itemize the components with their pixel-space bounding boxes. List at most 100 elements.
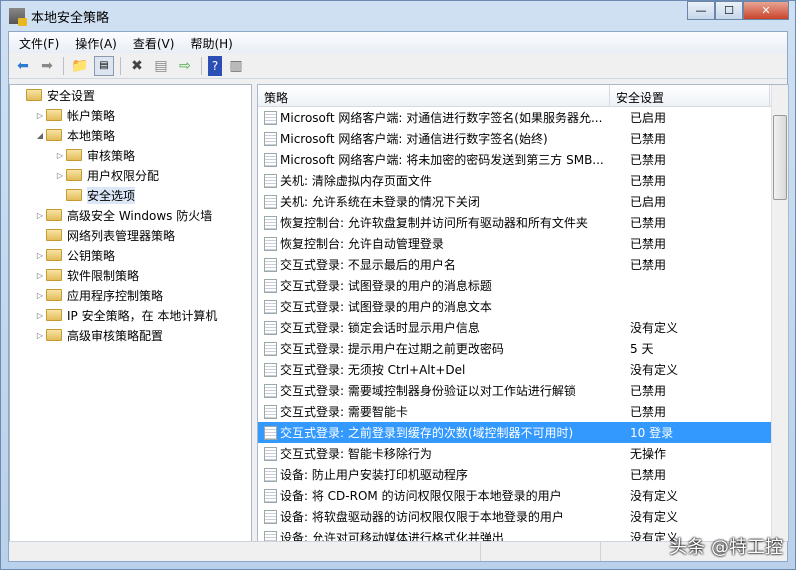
policy-setting: 10 登录 [630, 426, 674, 440]
policy-icon [264, 257, 277, 272]
table-row[interactable]: 设备: 将软盘驱动器的访问权限仅限于本地登录的用户 没有定义 [258, 506, 788, 527]
table-row[interactable]: 交互式登录: 提示用户在过期之前更改密码 5 天 [258, 338, 788, 359]
tree-item[interactable]: ▷ 帐户策略 [10, 105, 251, 125]
table-row[interactable]: 交互式登录: 锁定会话时显示用户信息 没有定义 [258, 317, 788, 338]
expander-icon[interactable]: ▷ [34, 211, 46, 220]
security-settings-icon [26, 89, 42, 101]
expander-icon[interactable]: ▷ [34, 311, 46, 320]
policy-icon [264, 467, 277, 482]
tree-item-label: 帐户策略 [67, 108, 116, 123]
expander-icon[interactable]: ▷ [34, 331, 46, 340]
back-icon[interactable]: ⬅ [13, 56, 33, 76]
title-bar: 本地安全策略 [9, 5, 109, 27]
tree-item[interactable]: ◢ 本地策略 [10, 125, 251, 145]
tree-item[interactable]: ▷ IP 安全策略，在 本地计算机 [10, 305, 251, 325]
action-pane-icon[interactable]: ▥ [226, 56, 246, 76]
table-row[interactable]: 交互式登录: 无须按 Ctrl+Alt+Del 没有定义 [258, 359, 788, 380]
vertical-scrollbar[interactable] [771, 85, 788, 541]
policy-setting: 已禁用 [630, 258, 667, 272]
table-row[interactable]: 恢复控制台: 允许软盘复制并访问所有驱动器和所有文件夹 已禁用 [258, 212, 788, 233]
policy-setting: 已禁用 [630, 237, 667, 251]
table-row[interactable]: 设备: 防止用户安装打印机驱动程序 已禁用 [258, 464, 788, 485]
maximize-button[interactable]: ☐ [715, 1, 743, 20]
policy-setting: 已禁用 [630, 216, 667, 230]
policy-icon [264, 299, 277, 314]
help-icon[interactable]: ? [208, 55, 222, 76]
tree-item[interactable]: 网络列表管理器策略 [10, 225, 251, 245]
policy-setting: 已禁用 [630, 384, 667, 398]
policy-icon [264, 194, 277, 209]
delete-icon[interactable]: ✖ [127, 56, 147, 76]
policy-setting: 已禁用 [630, 405, 667, 419]
expander-icon[interactable]: ▷ [34, 291, 46, 300]
properties-icon[interactable]: ▤ [151, 56, 171, 76]
policy-name: 交互式登录: 试图登录的用户的消息文本 [280, 300, 492, 314]
policy-icon [264, 131, 277, 146]
policy-name: Microsoft 网络客户端: 对通信进行数字签名(如果服务器允... [280, 111, 603, 125]
policy-icon [264, 509, 277, 524]
menu-view[interactable]: 查看(V) [125, 32, 183, 53]
table-row[interactable]: 恢复控制台: 允许自动管理登录 已禁用 [258, 233, 788, 254]
folder-icon [46, 109, 62, 121]
tree-item[interactable]: ▷ 高级审核策略配置 [10, 325, 251, 345]
expander-icon[interactable]: ▷ [34, 111, 46, 120]
policy-name: Microsoft 网络客户端: 将未加密的密码发送到第三方 SMB... [280, 153, 604, 167]
table-row[interactable]: 交互式登录: 不显示最后的用户名 已禁用 [258, 254, 788, 275]
policy-name: 交互式登录: 无须按 Ctrl+Alt+Del [280, 363, 466, 377]
policy-icon [264, 110, 277, 125]
expander-icon[interactable]: ▷ [54, 171, 66, 180]
forward-icon[interactable]: ➡ [37, 56, 57, 76]
expander-icon[interactable]: ▷ [54, 151, 66, 160]
up-folder-icon[interactable]: 📁 [70, 56, 90, 76]
export-icon[interactable]: ⇨ [175, 56, 195, 76]
table-row[interactable]: 交互式登录: 试图登录的用户的消息文本 [258, 296, 788, 317]
tree-item[interactable]: ▷ 审核策略 [10, 145, 251, 165]
window: 本地安全策略 — ☐ ✕ 文件(F) 操作(A) 查看(V) 帮助(H) ⬅ ➡… [0, 0, 796, 570]
table-row[interactable]: Microsoft 网络客户端: 对通信进行数字签名(始终) 已禁用 [258, 128, 788, 149]
table-row[interactable]: 交互式登录: 需要域控制器身份验证以对工作站进行解锁 已禁用 [258, 380, 788, 401]
table-row[interactable]: 交互式登录: 试图登录的用户的消息标题 [258, 275, 788, 296]
policy-setting: 没有定义 [630, 321, 679, 335]
expander-icon[interactable]: ▷ [34, 251, 46, 260]
tree-item[interactable]: ▷ 公钥策略 [10, 245, 251, 265]
column-header-setting[interactable]: 安全设置 [610, 85, 770, 106]
tree-item[interactable]: ▷ 用户权限分配 [10, 165, 251, 185]
expander-icon[interactable]: ◢ [34, 131, 46, 140]
policy-name: 关机: 清除虚拟内存页面文件 [280, 174, 432, 188]
menu-action[interactable]: 操作(A) [67, 32, 125, 53]
policy-icon [264, 383, 277, 398]
policy-name: 交互式登录: 智能卡移除行为 [280, 447, 432, 461]
policy-name: 交互式登录: 需要域控制器身份验证以对工作站进行解锁 [280, 384, 576, 398]
menu-file[interactable]: 文件(F) [11, 32, 67, 53]
tree-item-label: 本地策略 [67, 128, 116, 143]
menu-help[interactable]: 帮助(H) [182, 32, 240, 53]
policy-name: 交互式登录: 试图登录的用户的消息标题 [280, 279, 492, 293]
tree-item[interactable]: ▷ 软件限制策略 [10, 265, 251, 285]
window-title: 本地安全策略 [31, 10, 110, 26]
policy-icon [264, 152, 277, 167]
table-row[interactable]: 关机: 允许系统在未登录的情况下关闭 已启用 [258, 191, 788, 212]
column-header-policy[interactable]: 策略 [258, 85, 610, 106]
table-row[interactable]: 设备: 将 CD-ROM 的访问权限仅限于本地登录的用户 没有定义 [258, 485, 788, 506]
table-row[interactable]: 关机: 清除虚拟内存页面文件 已禁用 [258, 170, 788, 191]
minimize-button[interactable]: — [687, 1, 715, 20]
table-row[interactable]: 交互式登录: 需要智能卡 已禁用 [258, 401, 788, 422]
policy-list: 策略 安全设置 Microsoft 网络客户端: 对通信进行数字签名(如果服务器… [257, 84, 789, 542]
expander-icon[interactable]: ▷ [34, 271, 46, 280]
close-button[interactable]: ✕ [743, 1, 789, 20]
table-row[interactable]: Microsoft 网络客户端: 将未加密的密码发送到第三方 SMB... 已禁用 [258, 149, 788, 170]
folder-icon [46, 309, 62, 321]
policy-setting: 没有定义 [630, 489, 679, 503]
table-row[interactable]: 交互式登录: 智能卡移除行为 无操作 [258, 443, 788, 464]
tree-item[interactable]: ▷ 高级安全 Windows 防火墙 [10, 205, 251, 225]
table-row[interactable]: Microsoft 网络客户端: 对通信进行数字签名(如果服务器允... 已启用 [258, 107, 788, 128]
tree-item[interactable]: ▷ 应用程序控制策略 [10, 285, 251, 305]
tree-item[interactable]: 安全选项 [10, 185, 251, 205]
policy-name: 关机: 允许系统在未登录的情况下关闭 [280, 195, 480, 209]
table-row[interactable]: 交互式登录: 之前登录到缓存的次数(域控制器不可用时) 10 登录 [258, 422, 788, 443]
scrollbar-thumb[interactable] [773, 115, 787, 200]
show-hide-tree-icon[interactable]: ▤ [94, 55, 114, 76]
tree-item[interactable]: 安全设置 [10, 85, 251, 105]
policy-name: 设备: 将软盘驱动器的访问权限仅限于本地登录的用户 [280, 510, 564, 524]
tree-item-label: 高级安全 Windows 防火墙 [67, 208, 213, 223]
